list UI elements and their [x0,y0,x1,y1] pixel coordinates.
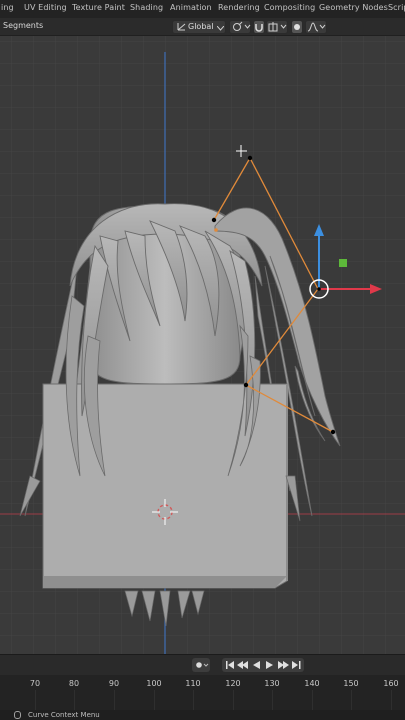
frame-tick: 120 [225,679,241,688]
control-point[interactable] [214,228,218,232]
keyframe-dot-icon[interactable] [192,658,210,672]
status-bar: Curve Context Menu [0,710,405,720]
tab-layout[interactable]: ing [1,3,14,12]
body-block[interactable] [42,383,288,589]
workspace-tabs: ing UV Editing Texture Paint Shading Ani… [0,0,405,18]
frame-ruler[interactable]: 70 80 90 100 110 120 130 140 150 160 [0,675,405,711]
mouse-right-click-icon [14,711,21,719]
frame-tick: 150 [343,679,359,688]
snap-increment-icon [268,22,287,32]
transform-orientation-value: Global [188,22,214,31]
frame-tick: 110 [185,679,201,688]
tab-uv-editing[interactable]: UV Editing [24,3,67,12]
proportional-falloff-dropdown[interactable] [305,20,327,34]
select-mode-label[interactable]: Segments [3,21,43,30]
pivot-point-icon [233,21,251,31]
chevron-down-icon [217,26,224,31]
tab-animation[interactable]: Animation [170,3,212,12]
magnet-icon [255,24,263,32]
body-block-bottom [43,576,287,588]
tab-scripting[interactable]: Scrip [388,3,405,12]
frame-tick: 80 [68,679,80,688]
tab-shading[interactable]: Shading [130,3,163,12]
snap-target-dropdown[interactable] [266,20,288,34]
timeline-panel: 70 80 90 100 110 120 130 140 150 160 [0,654,405,711]
prev-keyframe-icon[interactable] [237,661,248,669]
3d-viewport[interactable] [0,36,405,654]
control-point[interactable] [243,382,249,388]
play-icon[interactable] [266,661,273,669]
falloff-curve-icon [307,22,326,32]
proportional-edit-icon [294,24,300,30]
status-text: Curve Context Menu [28,711,100,719]
playback-buttons [222,658,304,672]
play-reverse-icon[interactable] [253,661,260,669]
tab-rendering[interactable]: Rendering [218,3,260,12]
frame-tick: 70 [29,679,41,688]
orientation-axes-icon [177,23,186,31]
tab-texture-paint[interactable]: Texture Paint [72,3,125,12]
tab-compositing[interactable]: Compositing [264,3,315,12]
frame-tick: 160 [383,679,399,688]
tab-geometry-nodes[interactable]: Geometry Nodes [319,3,388,12]
control-point[interactable] [330,429,336,435]
pivot-point-dropdown[interactable] [229,20,251,34]
frame-tick: 130 [264,679,280,688]
playback-controls [0,655,405,675]
next-keyframe-icon[interactable] [278,661,289,669]
transform-orientation-dropdown[interactable]: Global [172,20,226,34]
control-point[interactable] [211,217,217,223]
frame-tick: 100 [146,679,162,688]
proportional-edit-toggle[interactable] [291,20,303,34]
jump-end-icon[interactable] [292,661,301,669]
viewport-header: Segments Global [0,18,405,36]
frame-tick: 140 [304,679,320,688]
snap-toggle[interactable] [253,20,265,34]
jump-start-icon[interactable] [226,661,234,669]
viewport-canvas[interactable] [0,36,405,654]
frame-tick: 90 [108,679,120,688]
control-point[interactable] [247,155,253,161]
